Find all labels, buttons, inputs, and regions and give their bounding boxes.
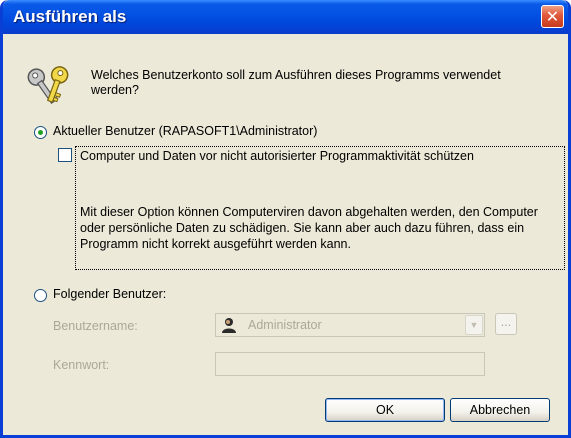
password-label: Kennwort: [53,358,110,372]
cancel-button[interactable]: Abbrechen [450,398,550,422]
protect-label[interactable]: Computer und Daten vor nicht autorisiert… [80,148,550,164]
close-button[interactable]: ✕ [541,5,564,28]
browse-users-button[interactable]: ... [495,313,517,335]
run-as-dialog: Ausführen als ✕ Welches Benutzerkonto so… [0,0,571,438]
ok-button[interactable]: OK [325,398,445,422]
dialog-body: Welches Benutzerkonto soll zum Ausführen… [3,34,568,435]
password-field[interactable] [215,352,485,376]
keys-icon [27,66,69,104]
other-user-radio[interactable] [34,289,47,302]
chevron-down-icon: ▼ [469,320,479,330]
protect-description: Mit dieser Option können Computerviren d… [80,205,538,251]
protect-checkbox[interactable] [58,148,72,162]
username-label: Benutzername: [53,319,138,333]
window-title: Ausführen als [13,7,127,26]
current-user-radio[interactable] [34,126,47,139]
close-icon: ✕ [545,7,560,26]
title-bar[interactable]: Ausführen als ✕ [3,0,568,34]
user-icon [222,318,236,333]
dropdown-arrow-button[interactable]: ▼ [465,315,483,335]
prompt-question: Welches Benutzerkonto soll zum Ausführen… [91,68,501,97]
other-user-label[interactable]: Folgender Benutzer: [53,287,166,301]
username-value: Administrator [248,318,322,332]
current-user-label[interactable]: Aktueller Benutzer (RAPASOFT1\Administra… [53,124,317,138]
username-combobox[interactable]: Administrator ▼ [215,313,485,337]
